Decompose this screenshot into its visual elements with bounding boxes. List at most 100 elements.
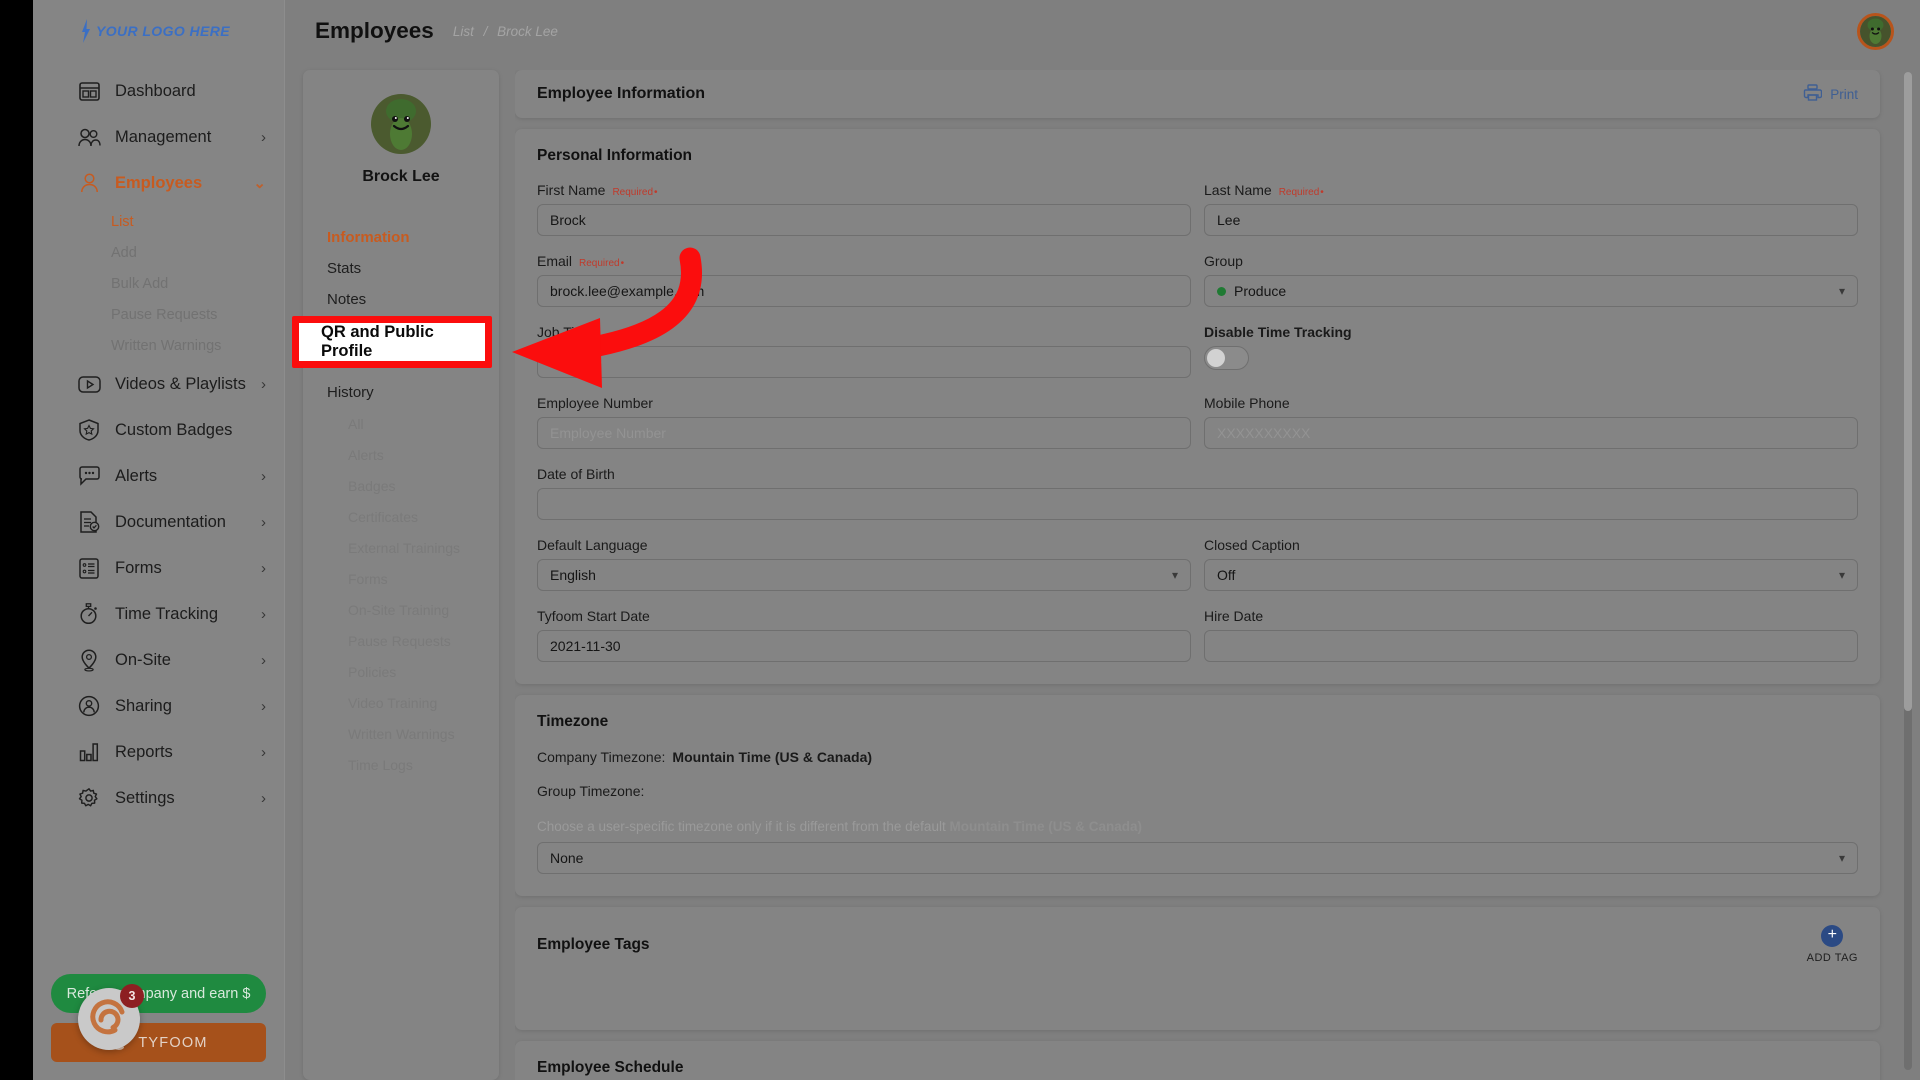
employee-avatar[interactable] bbox=[371, 94, 431, 154]
sidebar-item-videos-playlists[interactable]: Videos & Playlists › bbox=[33, 361, 284, 407]
history-item-alerts[interactable]: Alerts bbox=[303, 439, 499, 470]
chevron-right-icon: › bbox=[261, 515, 266, 530]
sidebar-item-documentation[interactable]: Documentation › bbox=[33, 499, 284, 545]
history-item-certificates[interactable]: Certificates bbox=[303, 501, 499, 532]
add-tag-button[interactable]: + ADD TAG bbox=[1807, 925, 1858, 964]
chevron-right-icon: › bbox=[261, 377, 266, 392]
gear-icon bbox=[77, 786, 101, 810]
sidebar-subitem-add[interactable]: Add bbox=[33, 237, 284, 268]
history-item-pause-requests[interactable]: Pause Requests bbox=[303, 625, 499, 656]
history-label: External Trainings bbox=[348, 540, 460, 556]
employee-tags-header: Employee Tags + ADD TAG bbox=[537, 925, 1858, 964]
job-title-input[interactable]: Job Title bbox=[537, 346, 1191, 378]
sidebar-item-on-site[interactable]: On-Site › bbox=[33, 637, 284, 683]
history-item-time-logs[interactable]: Time Logs bbox=[303, 749, 499, 780]
sidebar-item-custom-badges[interactable]: Custom Badges bbox=[33, 407, 284, 453]
personal-information-panel: Personal Information First Name Required… bbox=[515, 129, 1880, 684]
email-field-wrap: Email Required brock.lee@example.com bbox=[537, 253, 1191, 307]
body-area: Brock Lee Information Stats Notes QR and… bbox=[285, 62, 1920, 1080]
employee-number-field: Employee Number Employee Number bbox=[537, 395, 1191, 449]
sidebar-subitem-pause-requests[interactable]: Pause Requests bbox=[33, 299, 284, 330]
sidebar-item-sharing[interactable]: Sharing › bbox=[33, 683, 284, 729]
history-item-policies[interactable]: Policies bbox=[303, 656, 499, 687]
breadcrumb-root[interactable]: List bbox=[453, 24, 474, 39]
hire-date-input[interactable] bbox=[1204, 630, 1858, 662]
user-avatar[interactable] bbox=[1857, 13, 1894, 50]
profile-item-qr-and-public-profile[interactable]: QR and Public Profile bbox=[303, 315, 499, 346]
employee-number-input[interactable]: Employee Number bbox=[537, 417, 1191, 449]
date-of-birth-input[interactable] bbox=[537, 488, 1858, 520]
history-item-video-training[interactable]: Video Training bbox=[303, 687, 499, 718]
page-scrollbar[interactable] bbox=[1904, 72, 1912, 1070]
employee-tags-title: Employee Tags bbox=[537, 936, 650, 954]
tyfoom-start-date-input[interactable]: 2021-11-30 bbox=[537, 630, 1191, 662]
employee-name: Brock Lee bbox=[303, 168, 499, 186]
history-item-forms[interactable]: Forms bbox=[303, 563, 499, 594]
closed-caption-label: Closed Caption bbox=[1204, 537, 1858, 553]
sidebar-sublabel: Bulk Add bbox=[111, 276, 168, 292]
history-item-badges[interactable]: Badges bbox=[303, 470, 499, 501]
mobile-phone-label: Mobile Phone bbox=[1204, 395, 1858, 411]
employee-schedule-panel: Employee Schedule This only needs to be … bbox=[515, 1041, 1880, 1080]
history-label: All bbox=[348, 416, 364, 432]
group-value: Produce bbox=[1234, 283, 1286, 299]
breadcrumb: List / Brock Lee bbox=[450, 24, 561, 39]
sidebar-item-employees[interactable]: Employees ⌄ bbox=[33, 160, 284, 206]
print-button[interactable]: Print bbox=[1803, 84, 1858, 104]
profile-item-history[interactable]: History bbox=[303, 377, 499, 408]
profile-item-stats[interactable]: Stats bbox=[303, 253, 499, 284]
group-color-dot bbox=[1217, 287, 1226, 296]
sidebar-label: Management bbox=[115, 128, 261, 147]
dashboard-icon bbox=[77, 79, 101, 103]
sidebar-item-dashboard[interactable]: Dashboard bbox=[33, 68, 284, 114]
required-marker: Required bbox=[1279, 187, 1324, 198]
history-item-external-trainings[interactable]: External Trainings bbox=[303, 532, 499, 563]
first-name-input[interactable]: Brock bbox=[537, 204, 1191, 236]
chevron-down-icon: ▾ bbox=[1839, 851, 1845, 865]
last-name-label: Last Name Required bbox=[1204, 182, 1858, 198]
logo-text: YOUR LOGO HERE bbox=[96, 23, 230, 39]
history-item-all[interactable]: All bbox=[303, 408, 499, 439]
history-item-on-site-training[interactable]: On-Site Training bbox=[303, 594, 499, 625]
profile-item-video-schedule[interactable]: Video Schedule bbox=[303, 346, 499, 377]
brand-logo[interactable]: YOUR LOGO HERE bbox=[33, 0, 284, 62]
sidebar-item-reports[interactable]: Reports › bbox=[33, 729, 284, 775]
sidebar-item-settings[interactable]: Settings › bbox=[33, 775, 284, 821]
profile-item-information[interactable]: Information bbox=[303, 222, 499, 253]
employee-tags-panel: Employee Tags + ADD TAG bbox=[515, 907, 1880, 1030]
disable-time-tracking-toggle[interactable] bbox=[1204, 346, 1249, 370]
label-text: Email bbox=[537, 253, 572, 269]
default-language-select[interactable]: English ▾ bbox=[537, 559, 1191, 591]
scrollbar-thumb[interactable] bbox=[1904, 72, 1912, 711]
hire-date-label: Hire Date bbox=[1204, 608, 1858, 624]
mobile-phone-input[interactable]: XXXXXXXXXX bbox=[1204, 417, 1858, 449]
sidebar-item-time-tracking[interactable]: Time Tracking › bbox=[33, 591, 284, 637]
stopwatch-icon bbox=[77, 602, 101, 626]
sidebar-subitem-bulk-add[interactable]: Bulk Add bbox=[33, 268, 284, 299]
sidebar-subitem-list[interactable]: List bbox=[33, 206, 284, 237]
email-input[interactable]: brock.lee@example.com bbox=[537, 275, 1191, 307]
profile-item-notes[interactable]: Notes bbox=[303, 284, 499, 315]
sidebar-subitem-written-warnings[interactable]: Written Warnings bbox=[33, 330, 284, 361]
hire-date-field: Hire Date bbox=[1204, 608, 1858, 662]
sidebar-item-alerts[interactable]: Alerts › bbox=[33, 453, 284, 499]
sidebar-label: On-Site bbox=[115, 651, 261, 670]
last-name-input[interactable]: Lee bbox=[1204, 204, 1858, 236]
history-item-written-warnings[interactable]: Written Warnings bbox=[303, 718, 499, 749]
person-icon bbox=[77, 171, 101, 195]
sidebar-item-forms[interactable]: Forms › bbox=[33, 545, 284, 591]
closed-caption-select[interactable]: Off ▾ bbox=[1204, 559, 1858, 591]
group-timezone-row: Group Timezone: bbox=[537, 783, 1858, 799]
label-text: First Name bbox=[537, 182, 605, 198]
user-timezone-select[interactable]: None ▾ bbox=[537, 842, 1858, 874]
floating-tyfoom-logo[interactable]: 3 bbox=[78, 988, 140, 1050]
employee-number-label: Employee Number bbox=[537, 395, 1191, 411]
history-label: Video Training bbox=[348, 695, 437, 711]
group-value-wrap: Produce bbox=[1217, 283, 1839, 299]
sidebar-item-management[interactable]: Management › bbox=[33, 114, 284, 160]
group-select[interactable]: Produce ▾ bbox=[1204, 275, 1858, 307]
chevron-down-icon: ▾ bbox=[1172, 568, 1178, 582]
tyfoom-start-date-field: Tyfoom Start Date 2021-11-30 bbox=[537, 608, 1191, 662]
label-text: Date of Birth bbox=[537, 466, 615, 482]
sidebar-label: Alerts bbox=[115, 467, 261, 486]
